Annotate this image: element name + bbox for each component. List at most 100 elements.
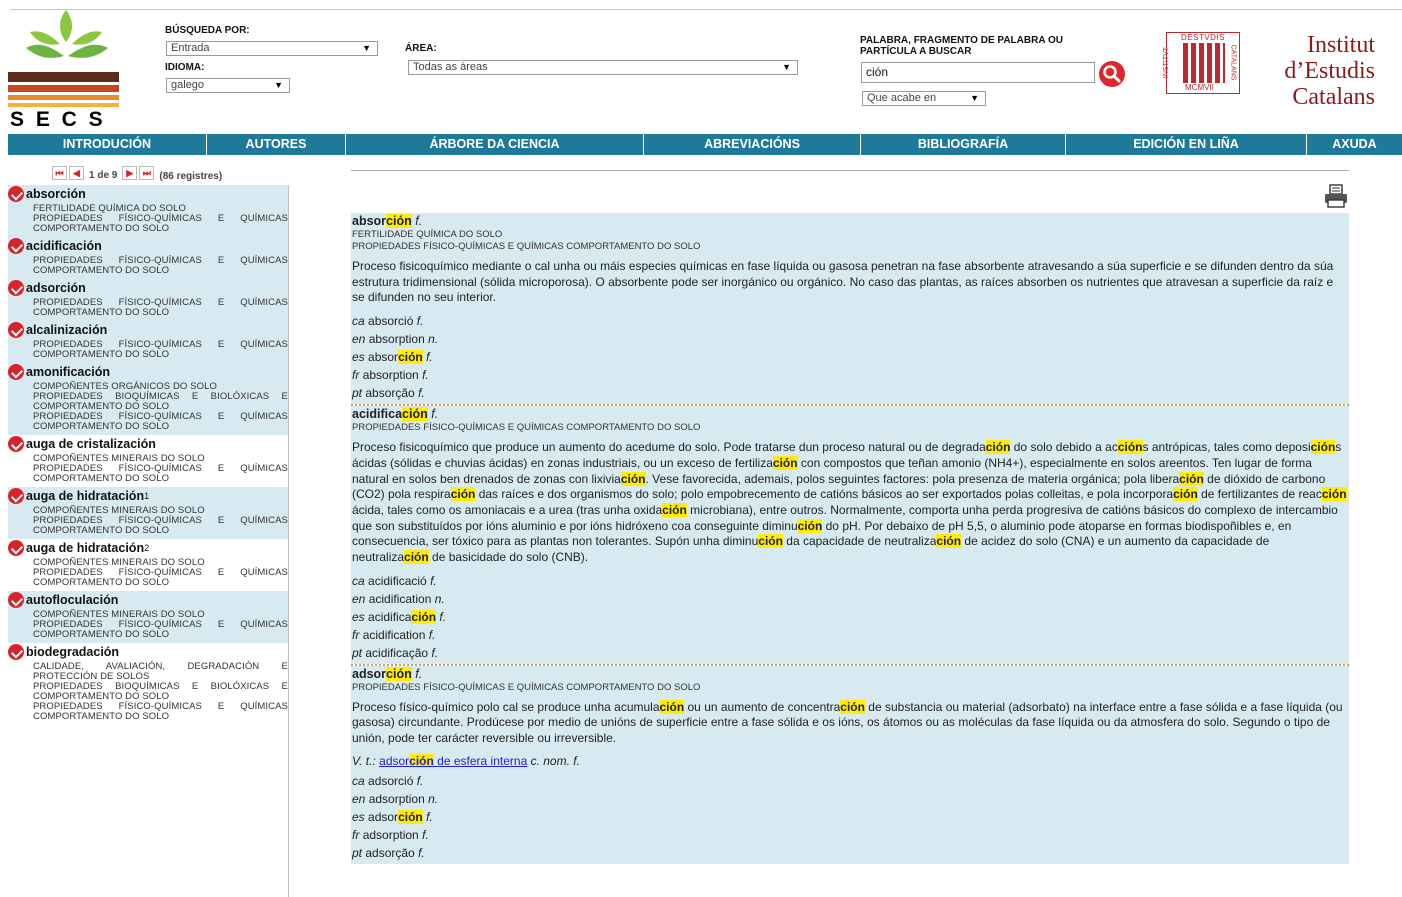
menu-edicion-en-lina[interactable]: EDICIÓN EN LIÑA (1066, 134, 1307, 155)
equivalent-gram: f. (418, 386, 425, 401)
search-icon (1103, 65, 1121, 83)
area-label: ÁREA: (405, 43, 437, 54)
menu-autores[interactable]: AUTORES (207, 134, 346, 155)
equivalent-word: absorption (368, 332, 425, 347)
equivalent-word: absorção (365, 386, 415, 401)
list-item-title[interactable]: alcalinización (8, 322, 288, 338)
busqueda-select[interactable]: Entrada ▼ (166, 41, 378, 56)
list-item-title[interactable]: auga de hidratación 2 (8, 540, 288, 556)
equivalent-gram: f. (439, 609, 447, 624)
list-item[interactable]: biodegradación CALIDADE, AVALIACIÓN, DEGR… (8, 643, 288, 725)
list-item[interactable]: auga de hidratación 2 COMPOÑENTES MINERAIS… (8, 539, 288, 591)
mode-select[interactable]: Que acabe en ▼ (862, 91, 986, 106)
menu-introducion[interactable]: INTRODUCIÓN (8, 134, 207, 155)
list-item-title[interactable]: auga de cristalización (8, 436, 288, 452)
list-item-area: PROPIEDADES BIOQUÍMICAS E BIOLÓXICAS E C… (33, 391, 288, 412)
equivalent-pt: pt acidificação f. (352, 644, 1349, 662)
equivalent-word: absorció (368, 314, 414, 329)
entry-term-highlight: ción (402, 407, 428, 422)
search-button[interactable] (1099, 61, 1125, 87)
equivalent-ca: ca acidificació f. (352, 572, 1349, 590)
list-item-area: PROPIEDADES FÍSICO-QUÍMICAS E QUÍMICAS C… (33, 701, 288, 722)
list-item-title[interactable]: amonificación (8, 364, 288, 380)
menu-abreviacions[interactable]: ABREVIACIÓNS (644, 134, 861, 155)
menu-axuda[interactable]: AXUDA (1307, 134, 1402, 155)
last-page-icon[interactable]: ⏭ (139, 166, 155, 180)
list-item[interactable]: auga de cristalización COMPOÑENTES MINERA… (8, 435, 288, 487)
equivalent-lang: en (352, 332, 366, 347)
area-select[interactable]: Todas as áreas ▼ (408, 60, 798, 75)
equivalent-fr: fr absorption f. (352, 366, 1349, 384)
list-item-area: PROPIEDADES FÍSICO-QUÍMICAS E QUÍMICAS C… (33, 411, 288, 432)
entries-panel: absorción f. FERTILIDADE QUÍMICA DO SOLO P… (351, 213, 1349, 897)
first-page-icon[interactable]: ⏮ (52, 166, 67, 180)
idioma-select[interactable]: galego ▼ (166, 78, 290, 93)
equivalent-es: es adsorción f. (352, 808, 1349, 826)
secs-logo[interactable]: S E C S (8, 10, 120, 132)
entry-area: PROPIEDADES FÍSICO-QUÍMICAS E QUÍMICAS C… (352, 422, 701, 434)
prev-page-icon[interactable]: ◀ (69, 166, 84, 180)
list-item-title[interactable]: auga de hidratación 1 (8, 488, 288, 504)
equivalent-lang: en (352, 791, 366, 806)
menu-arbore-da-ciencia[interactable]: ÁRBORE DA CIENCIA (346, 134, 644, 155)
entry-definition: Proceso fisicoquímico mediante o cal unh… (352, 259, 1334, 305)
list-item-title[interactable]: autofloculación (8, 592, 288, 608)
equivalent-gram: f. (430, 573, 437, 588)
list-item-title[interactable]: biodegradación (8, 644, 288, 660)
iec-line-3: Catalans (1292, 84, 1375, 110)
pager: ⏮ ◀ 1 de 9 ▶ ⏭ (86 registres) (52, 164, 222, 182)
check-bullet-icon (8, 592, 24, 608)
list-item[interactable]: absorción FERTILIDADE QUÍMICA DO SOLO PROP… (8, 185, 288, 237)
iec-line-2: d’Estudis (1284, 58, 1375, 84)
equivalent-lang: pt (352, 645, 363, 660)
equivalent-es: es absorción f. (352, 348, 1349, 366)
entry-term-highlight: ción (386, 666, 412, 681)
seal-top-text: DESTVDIS (1181, 33, 1226, 42)
equivalent-word: adsor (368, 809, 399, 824)
equivalent-gram: f. (431, 645, 439, 660)
menu-bibliografia[interactable]: BIBLIOGRAFÍA (861, 134, 1066, 155)
entry-definition: Proceso fisicoquímico que produce un aum… (352, 440, 1347, 565)
list-item-area: PROPIEDADES BIOQUÍMICAS E BIOLÓXICAS E C… (33, 681, 288, 702)
sprout-logo-icon (8, 10, 119, 107)
list-item-area: PROPIEDADES FÍSICO-QUÍMICAS E QUÍMICAS C… (33, 567, 288, 588)
list-item-title[interactable]: acidificación (8, 238, 288, 254)
list-item-term: biodegradación (26, 644, 120, 659)
palabra-input[interactable]: ción (861, 62, 1095, 83)
equivalent-word: adsorció (368, 773, 414, 788)
list-item[interactable]: acidificación PROPIEDADES FÍSICO-QUÍMICAS… (8, 237, 288, 279)
print-button[interactable] (1322, 183, 1350, 209)
list-item-area: PROPIEDADES FÍSICO-QUÍMICAS E QUÍMICAS C… (33, 297, 288, 318)
chevron-down-icon: ▼ (970, 93, 979, 103)
see-also-link[interactable]: adsorción de esfera interna (379, 753, 527, 768)
equivalent-word: acidificação (365, 645, 429, 660)
iec-logo[interactable]: DESTVDIS MCMVII INSTITVT CATALANS Instit… (1163, 30, 1378, 112)
list-item-area: PROPIEDADES FÍSICO-QUÍMICAS E QUÍMICAS C… (33, 515, 288, 536)
list-item-title[interactable]: absorción (8, 186, 288, 202)
busqueda-value: Entrada (171, 42, 210, 54)
list-item[interactable]: amonificación COMPOÑENTES ORGÁNICOS DO SO… (8, 363, 288, 435)
list-item[interactable]: auga de hidratación 1 COMPOÑENTES MINERAIS… (8, 487, 288, 539)
list-item-area: PROPIEDADES FÍSICO-QUÍMICAS E QUÍMICAS C… (33, 619, 288, 640)
equivalent-lang: pt (352, 845, 363, 860)
equivalent-lang: ca (352, 573, 365, 588)
list-item[interactable]: alcalinización PROPIEDADES FÍSICO-QUÍMICA… (8, 321, 288, 363)
check-bullet-icon (8, 280, 24, 296)
main-menu: INTRODUCIÓN AUTORES ÁRBORE DA CIENCIA AB… (8, 134, 1402, 155)
entry-area: FERTILIDADE QUÍMICA DO SOLO (352, 229, 503, 240)
next-page-icon[interactable]: ▶ (122, 166, 138, 180)
list-item-title[interactable]: adsorción (8, 280, 288, 296)
list-item[interactable]: adsorción PROPIEDADES FÍSICO-QUÍMICAS E Q… (8, 279, 288, 321)
list-item[interactable]: autofloculación COMPOÑENTES MINERAIS DO S… (8, 591, 288, 643)
equivalent-en: en absorption n. (352, 330, 1349, 348)
check-bullet-icon (8, 540, 24, 556)
equivalent-word: adsorption (368, 791, 425, 806)
list-item-term: alcalinización (26, 322, 108, 337)
equivalent-word: acidificació (368, 573, 427, 588)
entry-term: acidificación f. (352, 407, 1349, 422)
see-also-gram: c. nom. f. (530, 753, 580, 768)
check-bullet-icon (8, 488, 24, 504)
entry-definition: Proceso físico-químico polo cal se produ… (352, 699, 1343, 746)
equivalent-gram: f. (426, 809, 433, 824)
check-bullet-icon (8, 238, 24, 254)
